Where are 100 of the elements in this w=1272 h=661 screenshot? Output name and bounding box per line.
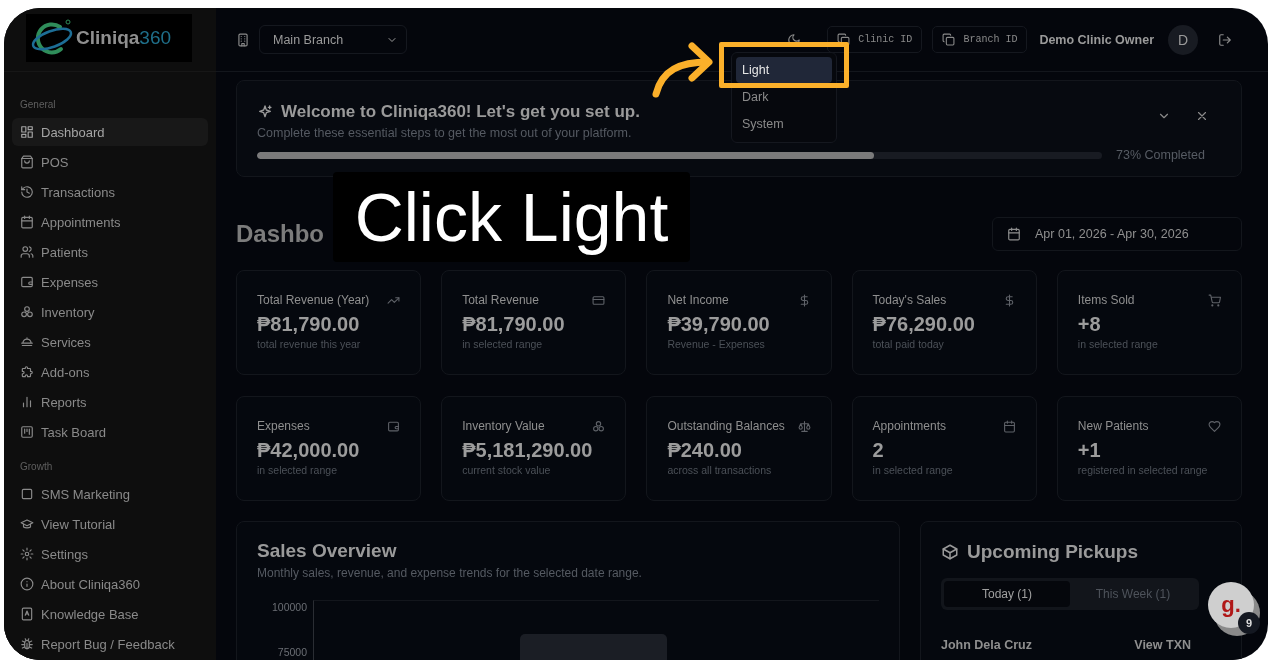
stat-title: Expenses bbox=[257, 419, 310, 433]
stat-value: 2 bbox=[872, 438, 885, 463]
nav-item[interactable]: Inventory bbox=[12, 298, 208, 326]
bar-chart-icon bbox=[20, 395, 34, 409]
boxes-icon bbox=[592, 419, 606, 433]
stat-note: total paid today bbox=[872, 338, 945, 350]
nav-item[interactable]: POS bbox=[12, 148, 208, 176]
copy-icon bbox=[837, 33, 851, 46]
settings-icon bbox=[20, 547, 34, 561]
cart-icon bbox=[1208, 293, 1221, 307]
nav-item[interactable]: Reports bbox=[12, 388, 208, 416]
wallet-icon bbox=[20, 275, 34, 289]
stat-value: ₱81,790.00 bbox=[257, 312, 361, 337]
bug-icon bbox=[20, 637, 34, 651]
menu-option[interactable]: System bbox=[736, 111, 832, 137]
building-icon bbox=[236, 32, 250, 47]
avatar[interactable]: D bbox=[1168, 24, 1198, 55]
stat-note: Revenue - Expenses bbox=[667, 338, 766, 350]
stat-title: Outstanding Balances bbox=[667, 419, 785, 433]
stat-note: in selected range bbox=[872, 464, 954, 476]
nav-item[interactable]: Report Bug / Feedback bbox=[12, 630, 208, 658]
welcome-title: Welcome to Cliniqa360! Let's get you set up. bbox=[281, 102, 640, 122]
caption: Click Light bbox=[333, 172, 690, 262]
menu-option[interactable]: Light bbox=[736, 57, 832, 83]
nav-item[interactable]: Appointments bbox=[12, 208, 208, 236]
stat-value: +8 bbox=[1077, 312, 1102, 337]
nav-item[interactable]: Services bbox=[12, 328, 208, 356]
card-title: Sales Overview bbox=[257, 540, 398, 563]
wallet-icon bbox=[387, 419, 401, 433]
tab[interactable]: Today (1) bbox=[944, 581, 1070, 607]
nav-item[interactable]: Expenses bbox=[12, 268, 208, 296]
nav-item[interactable]: Settings bbox=[12, 540, 208, 568]
stat-title: Today's Sales bbox=[872, 293, 947, 307]
welcome-subtitle: Complete these essential steps to get the most out of your platform. bbox=[257, 126, 633, 142]
nav-item[interactable]: Dashboard bbox=[12, 118, 208, 146]
calendar-icon bbox=[20, 215, 34, 229]
stat-title: Net Income bbox=[667, 293, 729, 307]
axis-label: 75000 bbox=[277, 645, 307, 659]
page-title: Dashbo bbox=[236, 220, 324, 248]
stat-value: ₱39,790.00 bbox=[667, 312, 771, 337]
nav-item[interactable]: SMS Marketing bbox=[12, 480, 208, 508]
heart-icon bbox=[1208, 419, 1221, 433]
stat-note: in selected range bbox=[462, 338, 544, 350]
progress-label: 73% Completed bbox=[1116, 148, 1205, 162]
logo-text: Cliniqa360 bbox=[76, 27, 172, 49]
nav-item[interactable]: Patients bbox=[12, 238, 208, 266]
nav-item[interactable]: Transactions bbox=[12, 178, 208, 206]
section-heading: General bbox=[19, 98, 57, 112]
stat-value: ₱42,000.00 bbox=[257, 438, 361, 463]
scale-icon bbox=[797, 419, 811, 433]
credit-card-icon bbox=[592, 293, 606, 307]
stat-value: ₱5,181,290.00 bbox=[462, 438, 594, 463]
calendar-icon bbox=[1007, 227, 1021, 241]
branch-select[interactable]: Main Branch bbox=[259, 25, 407, 54]
card-subtitle: Monthly sales, revenue, and expense trends for the selected date range. bbox=[257, 566, 643, 580]
square-icon bbox=[20, 487, 34, 501]
puzzle-icon bbox=[20, 365, 34, 379]
grid-icon bbox=[20, 125, 34, 139]
nav-item[interactable]: Task Board bbox=[12, 418, 208, 446]
users-icon bbox=[20, 245, 34, 259]
copy-icon bbox=[942, 33, 956, 46]
stat-value: ₱81,790.00 bbox=[462, 312, 566, 337]
stat-note: registered in selected range bbox=[1077, 464, 1209, 476]
calendar-icon bbox=[1002, 419, 1016, 433]
copy-id-button[interactable]: Branch ID bbox=[932, 26, 1028, 53]
close-icon[interactable] bbox=[1195, 109, 1209, 123]
nav-item[interactable]: Knowledge Base bbox=[12, 600, 208, 628]
kanban-icon bbox=[20, 425, 34, 439]
view-link[interactable]: View TXN bbox=[1134, 638, 1191, 652]
stat-value: ₱240.00 bbox=[667, 438, 743, 463]
menu-option[interactable]: Dark bbox=[736, 84, 832, 110]
stat-note: current stock value bbox=[462, 464, 552, 476]
copy-id-button[interactable]: Clinic ID bbox=[827, 26, 923, 53]
stat-title: Appointments bbox=[872, 419, 946, 433]
card-title: Upcoming Pickups bbox=[967, 541, 1139, 563]
date-range-button[interactable]: Apr 01, 2026 - Apr 30, 2026 bbox=[992, 217, 1242, 251]
stat-title: Inventory Value bbox=[462, 419, 545, 433]
info-icon bbox=[20, 577, 34, 591]
patient-name: John Dela Cruz bbox=[941, 638, 1032, 652]
section-heading: Growth bbox=[19, 460, 54, 474]
bag-icon bbox=[20, 155, 34, 169]
stat-value: ₱76,290.00 bbox=[872, 312, 976, 337]
sparkle-icon bbox=[257, 104, 273, 120]
package-icon bbox=[941, 543, 959, 561]
stat-note: across all transactions bbox=[667, 464, 773, 476]
notification-badge: 9 bbox=[1238, 612, 1260, 634]
book-icon bbox=[20, 607, 34, 621]
stat-title: Total Revenue (Year) bbox=[257, 293, 370, 307]
stat-note: in selected range bbox=[1077, 338, 1159, 350]
axis-label: 100000 bbox=[271, 600, 307, 614]
stat-note: in selected range bbox=[257, 464, 338, 476]
nav-item[interactable]: View Tutorial bbox=[12, 510, 208, 538]
boxes-icon bbox=[20, 305, 34, 319]
graduation-cap-icon bbox=[20, 517, 34, 531]
nav-item[interactable]: About Cliniqa360 bbox=[12, 570, 208, 598]
logout-icon[interactable] bbox=[1218, 32, 1232, 47]
history-icon bbox=[20, 185, 34, 199]
stat-note: total revenue this year bbox=[257, 338, 362, 350]
stat-title: New Patients bbox=[1077, 419, 1149, 433]
nav-item[interactable]: Add-ons bbox=[12, 358, 208, 386]
